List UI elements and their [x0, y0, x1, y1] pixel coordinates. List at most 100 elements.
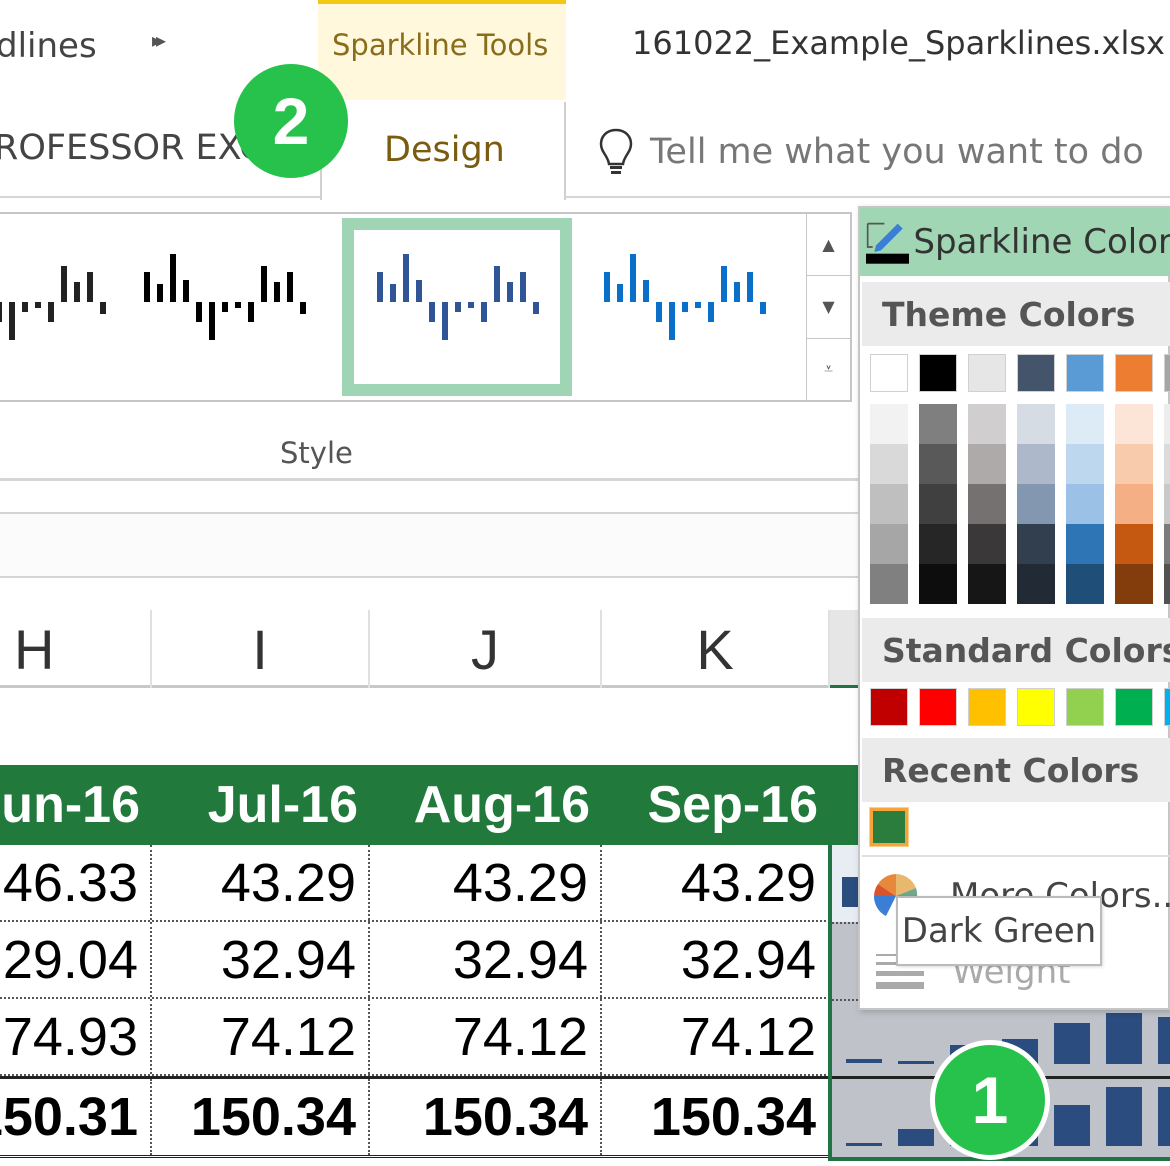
sparkline-color-button[interactable]: Sparkline Color [860, 208, 1170, 276]
gallery-scroll-up[interactable]: ▲ [807, 214, 850, 277]
theme-shade-swatch[interactable] [870, 444, 908, 484]
more-tabs-icon[interactable]: ▸▸ [152, 28, 166, 52]
table-cell[interactable]: 74.12 [370, 999, 602, 1074]
gallery-scroll-down[interactable]: ▼ [807, 276, 850, 339]
table-cell[interactable]: 43.29 [370, 845, 602, 920]
theme-color-swatch[interactable] [968, 354, 1006, 392]
theme-color-swatch[interactable] [1017, 354, 1055, 392]
theme-shade-swatch[interactable] [1115, 564, 1153, 604]
theme-shade-swatch[interactable] [1017, 444, 1055, 484]
theme-shade-swatch[interactable] [1017, 524, 1055, 564]
total-cell[interactable]: 150.31 [0, 1079, 152, 1155]
total-cell[interactable]: 150.34 [370, 1079, 602, 1155]
theme-shade-swatch[interactable] [919, 444, 957, 484]
thumbnail-bar [35, 302, 41, 308]
style-option-blue[interactable] [570, 222, 798, 392]
thumbnail-bar [403, 254, 409, 302]
theme-color-swatch[interactable] [870, 354, 908, 392]
tab-design[interactable]: Design [320, 102, 566, 200]
month-header[interactable]: Sep-16 [602, 765, 830, 845]
column-header-h[interactable]: H [0, 610, 152, 688]
column-header-l[interactable] [830, 610, 860, 688]
theme-shade-swatch[interactable] [1066, 484, 1104, 524]
theme-shade-swatch[interactable] [870, 404, 908, 444]
theme-shade-swatch[interactable] [919, 524, 957, 564]
theme-shade-swatch[interactable] [1066, 564, 1104, 604]
thumbnail-bar [682, 302, 688, 312]
month-header[interactable]: Jun-16 [0, 765, 152, 845]
theme-shade-swatch[interactable] [1164, 524, 1170, 564]
column-header-j[interactable]: J [370, 610, 602, 688]
theme-color-swatch[interactable] [1115, 354, 1153, 392]
theme-shade-swatch[interactable] [1115, 484, 1153, 524]
theme-shade-swatch[interactable] [919, 484, 957, 524]
standard-color-swatch[interactable] [919, 688, 957, 726]
theme-shade-swatch[interactable] [1066, 404, 1104, 444]
table-cell[interactable]: 43.29 [602, 845, 830, 920]
total-row: 150.31 150.34 150.34 150.34 [0, 1076, 830, 1158]
standard-color-swatch[interactable] [1017, 688, 1055, 726]
standard-color-swatch[interactable] [870, 688, 908, 726]
table-cell[interactable]: 46.33 [0, 845, 152, 920]
theme-shade-swatch[interactable] [1017, 564, 1055, 604]
style-option-black[interactable] [110, 222, 338, 392]
theme-shade-swatch[interactable] [1164, 404, 1170, 444]
theme-shade-swatch[interactable] [1115, 404, 1153, 444]
thumbnail-bar [61, 266, 67, 302]
total-cell[interactable]: 150.34 [152, 1079, 370, 1155]
formula-bar[interactable] [0, 512, 860, 578]
standard-color-swatch[interactable] [1066, 688, 1104, 726]
theme-shade-swatch[interactable] [919, 564, 957, 604]
column-header-i[interactable]: I [152, 610, 370, 688]
table-cell[interactable]: 32.94 [152, 922, 370, 997]
column-headers: H I J K [0, 610, 860, 688]
column-header-k[interactable]: K [602, 610, 830, 688]
theme-shade-swatch[interactable] [968, 404, 1006, 444]
theme-shade-swatch[interactable] [1164, 484, 1170, 524]
theme-shade-swatch[interactable] [1115, 524, 1153, 564]
table-cell[interactable]: 32.94 [370, 922, 602, 997]
tell-me-search[interactable]: Tell me what you want to do [598, 126, 1144, 178]
thumbnail-bar [235, 302, 241, 308]
theme-shade-swatch[interactable] [1066, 524, 1104, 564]
theme-shade-swatch[interactable] [968, 524, 1006, 564]
theme-shade-swatch[interactable] [1017, 484, 1055, 524]
month-header[interactable]: Aug-16 [370, 765, 602, 845]
month-header[interactable]: Jul-16 [152, 765, 370, 845]
table-cell[interactable]: 74.93 [0, 999, 152, 1074]
table-cell[interactable]: 74.12 [152, 999, 370, 1074]
recent-color-swatch-dark-green[interactable] [869, 807, 909, 847]
total-cell[interactable]: 150.34 [602, 1079, 830, 1155]
standard-colors-heading: Standard Colors [862, 618, 1170, 682]
theme-shade-swatch[interactable] [968, 444, 1006, 484]
theme-shade-swatch[interactable] [1017, 404, 1055, 444]
standard-color-swatch[interactable] [1164, 688, 1170, 726]
gallery-more-button[interactable]: ⩡ [807, 339, 850, 400]
theme-shade-swatch[interactable] [968, 484, 1006, 524]
theme-shade-swatch[interactable] [870, 564, 908, 604]
theme-color-swatch[interactable] [1066, 354, 1104, 392]
theme-shade-swatch[interactable] [1066, 444, 1104, 484]
theme-shade-swatch[interactable] [870, 484, 908, 524]
color-tooltip: Dark Green [896, 896, 1102, 966]
table-cell[interactable]: 29.04 [0, 922, 152, 997]
theme-shade-swatch[interactable] [870, 524, 908, 564]
style-option-dark-blue[interactable] [342, 218, 572, 396]
table-cell[interactable]: 32.94 [602, 922, 830, 997]
tab-headlines[interactable]: dlines [0, 26, 97, 66]
theme-shade-swatch[interactable] [1115, 444, 1153, 484]
theme-shade-swatch[interactable] [1164, 564, 1170, 604]
standard-color-swatch[interactable] [1115, 688, 1153, 726]
theme-color-swatch[interactable] [1164, 354, 1170, 392]
table-cell[interactable]: 43.29 [152, 845, 370, 920]
standard-color-swatch[interactable] [968, 688, 1006, 726]
sparkline-bar [842, 877, 858, 907]
theme-shade-swatch[interactable] [968, 564, 1006, 604]
thumbnail-bar [520, 272, 526, 302]
table-cell[interactable]: 74.12 [602, 999, 830, 1074]
theme-color-swatch[interactable] [919, 354, 957, 392]
tell-me-placeholder: Tell me what you want to do [650, 132, 1144, 172]
theme-shade-swatch[interactable] [919, 404, 957, 444]
sparkline-bar [898, 1129, 934, 1146]
theme-shade-swatch[interactable] [1164, 444, 1170, 484]
